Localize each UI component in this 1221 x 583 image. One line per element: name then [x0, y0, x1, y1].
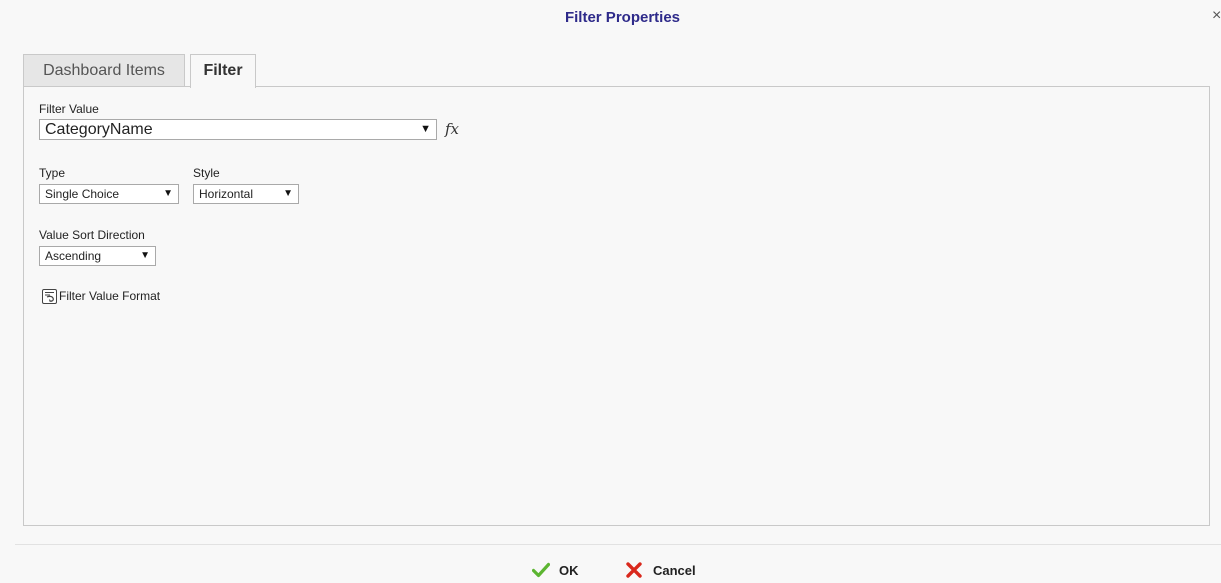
- chevron-down-icon: ▼: [420, 123, 431, 135]
- sort-direction-select[interactable]: Ascending ▼: [39, 246, 156, 266]
- footer-divider: [15, 544, 1221, 545]
- cancel-button[interactable]: Cancel: [626, 562, 706, 580]
- type-selected: Single Choice: [45, 187, 120, 201]
- title-bar: Filter Properties ×: [0, 0, 1221, 34]
- style-label: Style: [193, 166, 220, 180]
- sort-direction-selected: Ascending: [45, 249, 102, 263]
- ok-label: OK: [559, 563, 579, 578]
- close-button[interactable]: ×: [1212, 8, 1221, 24]
- style-select[interactable]: Horizontal ▼: [193, 184, 299, 204]
- x-icon: [626, 562, 642, 578]
- cancel-label: Cancel: [653, 563, 696, 578]
- chevron-down-icon: ▼: [163, 188, 173, 199]
- checkmark-icon: [532, 562, 550, 578]
- format-icon: [42, 289, 57, 304]
- filter-value-format-label: Filter Value Format: [59, 289, 161, 303]
- filter-properties-dialog: Filter Properties × Dashboard Items Filt…: [0, 0, 1221, 583]
- chevron-down-icon: ▼: [283, 188, 293, 199]
- filter-value-select[interactable]: CategoryName ▼: [39, 119, 437, 140]
- function-fx-icon[interactable]: fx: [445, 120, 459, 138]
- ok-button[interactable]: OK: [532, 562, 582, 580]
- filter-value-label: Filter Value: [39, 102, 99, 116]
- dialog-title: Filter Properties: [564, 9, 681, 26]
- filter-tab-panel: [23, 86, 1210, 526]
- tab-dashboard-items[interactable]: Dashboard Items: [23, 54, 185, 86]
- chevron-down-icon: ▼: [140, 250, 150, 261]
- tab-filter[interactable]: Filter: [190, 54, 256, 88]
- filter-value-selected: CategoryName: [45, 121, 153, 138]
- type-label: Type: [39, 166, 66, 180]
- style-selected: Horizontal: [199, 187, 254, 201]
- type-select[interactable]: Single Choice ▼: [39, 184, 179, 204]
- sort-direction-label: Value Sort Direction: [39, 228, 145, 242]
